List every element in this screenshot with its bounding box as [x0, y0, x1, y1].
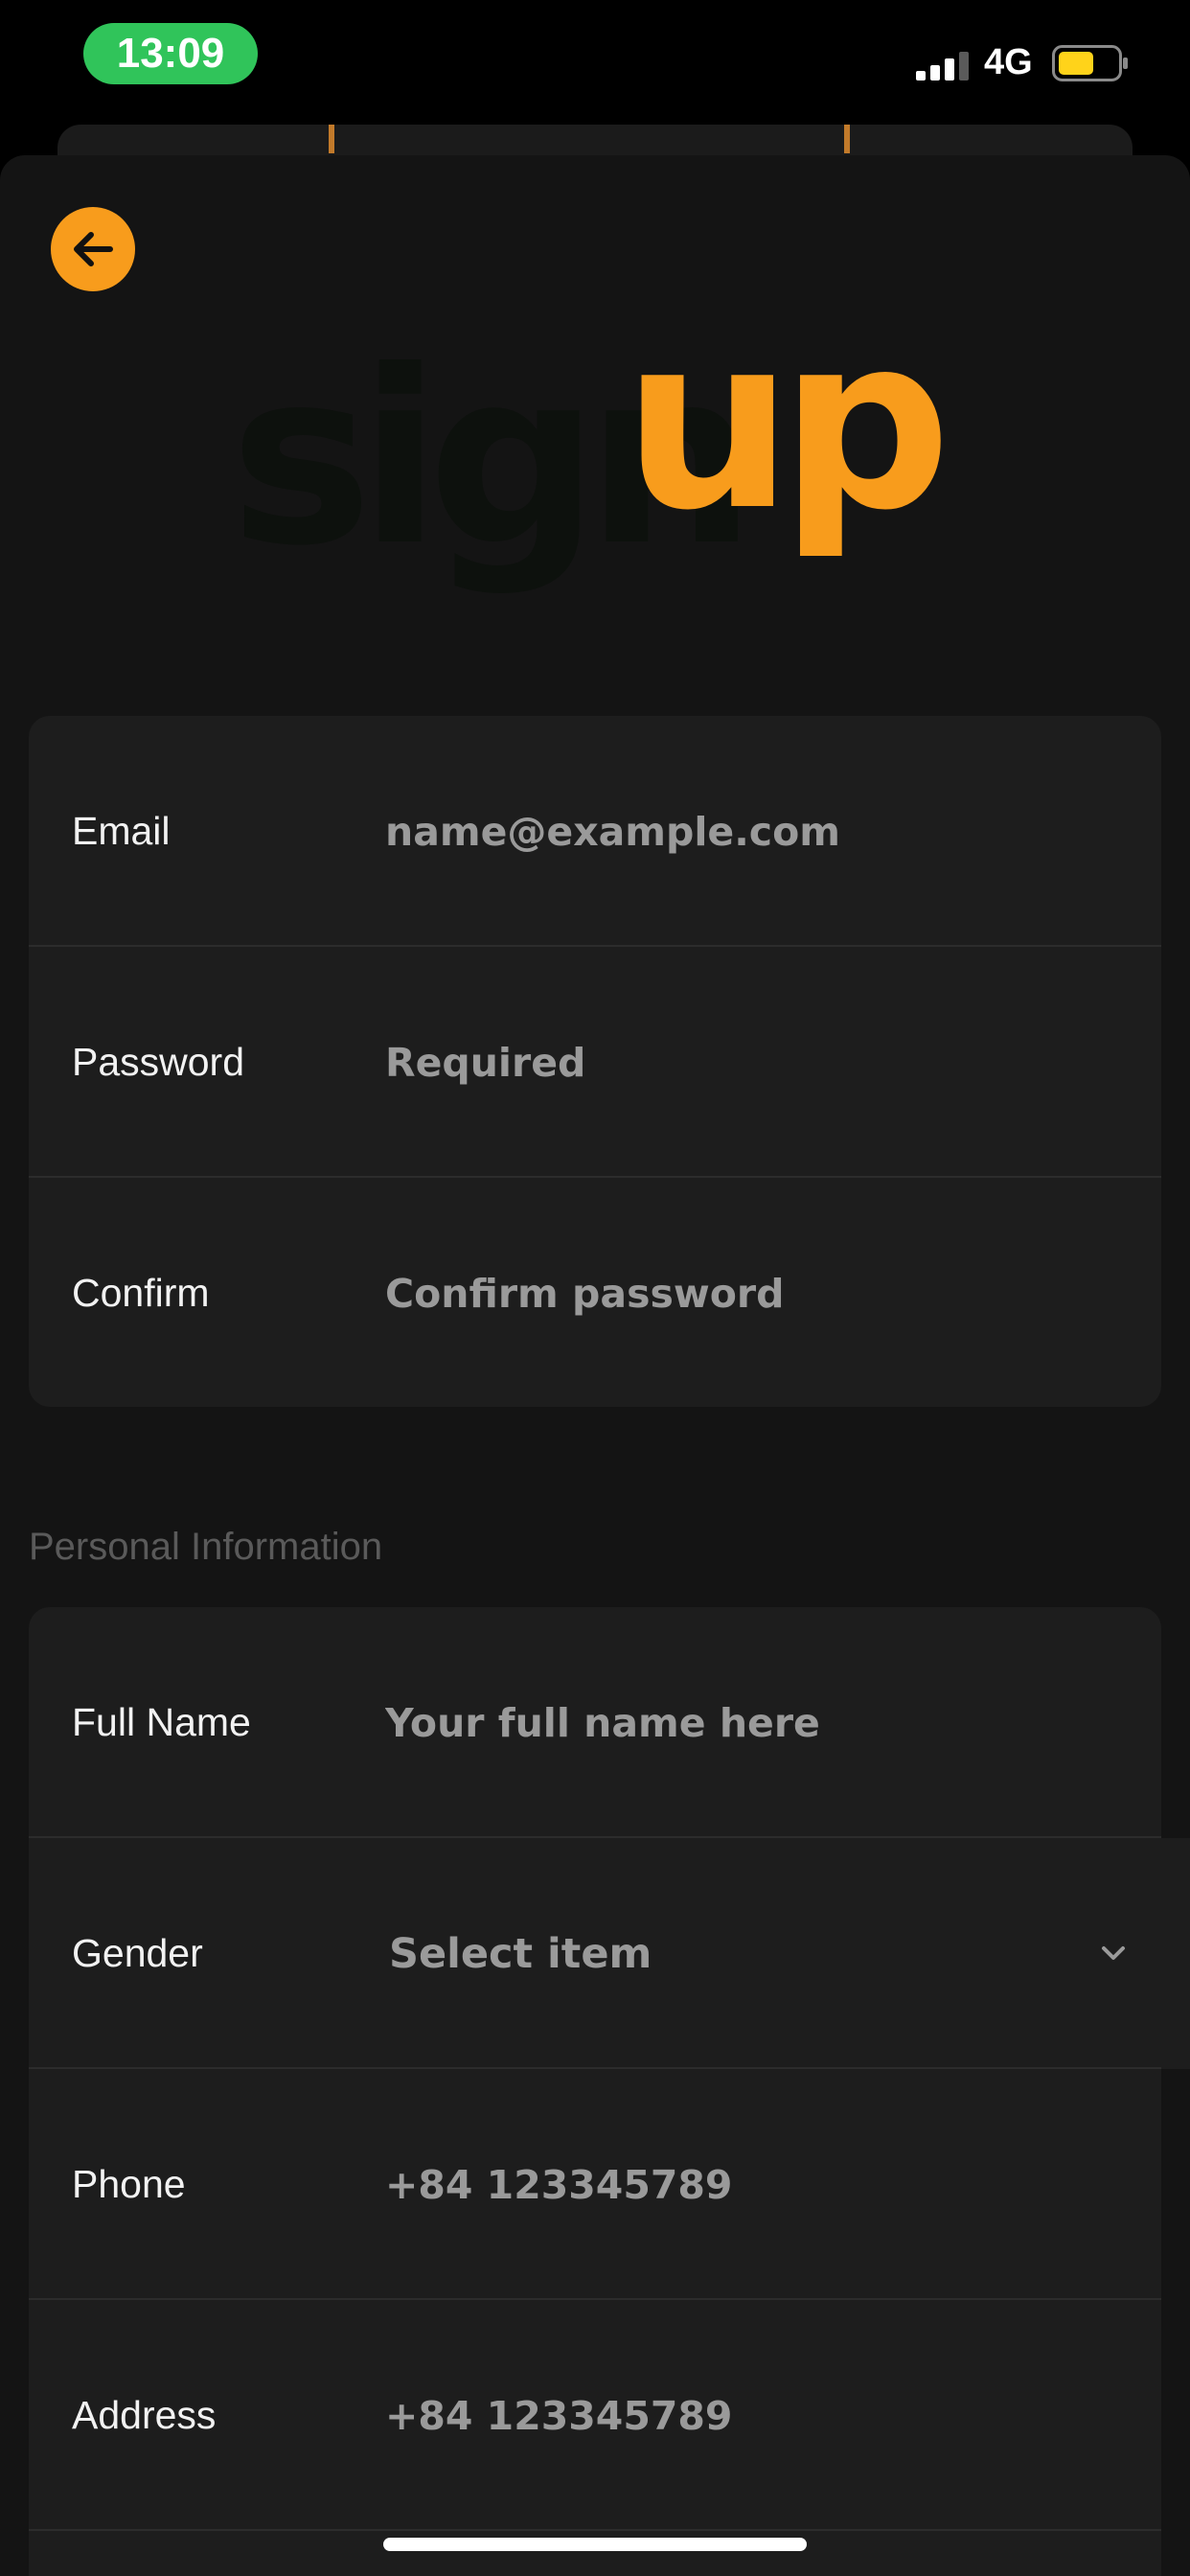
address-label: Address [72, 2393, 217, 2437]
arrow-left-icon [74, 232, 113, 266]
address-field[interactable] [385, 2367, 1113, 2464]
gender-select[interactable]: Gender Select item [29, 1838, 1190, 2069]
full-name-label: Full Name [72, 1700, 251, 1744]
back-button[interactable] [51, 207, 135, 291]
network-type: 4G [984, 42, 1033, 82]
cellular-signal-icon [916, 52, 969, 80]
logo-text-up: up [623, 345, 941, 563]
signup-screen: 13:09 4G sign up Email name@example.com … [0, 0, 1190, 2576]
confirm-row: Confirm [29, 1178, 1161, 1409]
gender-label: Gender [72, 1931, 203, 1975]
status-time: 13:09 [83, 23, 258, 84]
account-fields-group: Email Password Confirm [29, 716, 1161, 1407]
email-label: Email [72, 809, 171, 853]
signup-logo: sign up [230, 345, 954, 598]
row-divider [29, 2529, 1161, 2531]
password-label: Password [72, 1040, 245, 1084]
status-bar: 13:09 4G [0, 0, 1190, 125]
password-row: Password [29, 947, 1161, 1178]
phone-field[interactable] [385, 2136, 1113, 2233]
phone-label: Phone [72, 2162, 186, 2206]
gender-selected-value[interactable]: Select item [389, 1930, 652, 1978]
card-accent-mark [844, 125, 850, 153]
personal-fields-group: Full Name Gender Select item Phone Addre… [29, 1607, 1190, 2576]
section-title-personal: Personal Information [29, 1526, 383, 1568]
home-indicator[interactable] [383, 2538, 807, 2551]
email-row: Email [29, 716, 1161, 947]
full-name-row: Full Name [29, 1607, 1161, 1838]
chevron-down-icon[interactable] [1092, 1940, 1134, 1968]
confirm-password-field[interactable] [385, 1245, 1113, 1342]
password-field[interactable] [385, 1014, 1113, 1111]
email-field[interactable] [385, 783, 1113, 880]
full-name-field[interactable] [385, 1674, 1113, 1771]
confirm-label: Confirm [72, 1271, 210, 1315]
phone-row: Phone [29, 2069, 1161, 2300]
battery-icon [1052, 45, 1128, 81]
address-row: Address [29, 2300, 1161, 2531]
card-accent-mark [329, 125, 334, 153]
